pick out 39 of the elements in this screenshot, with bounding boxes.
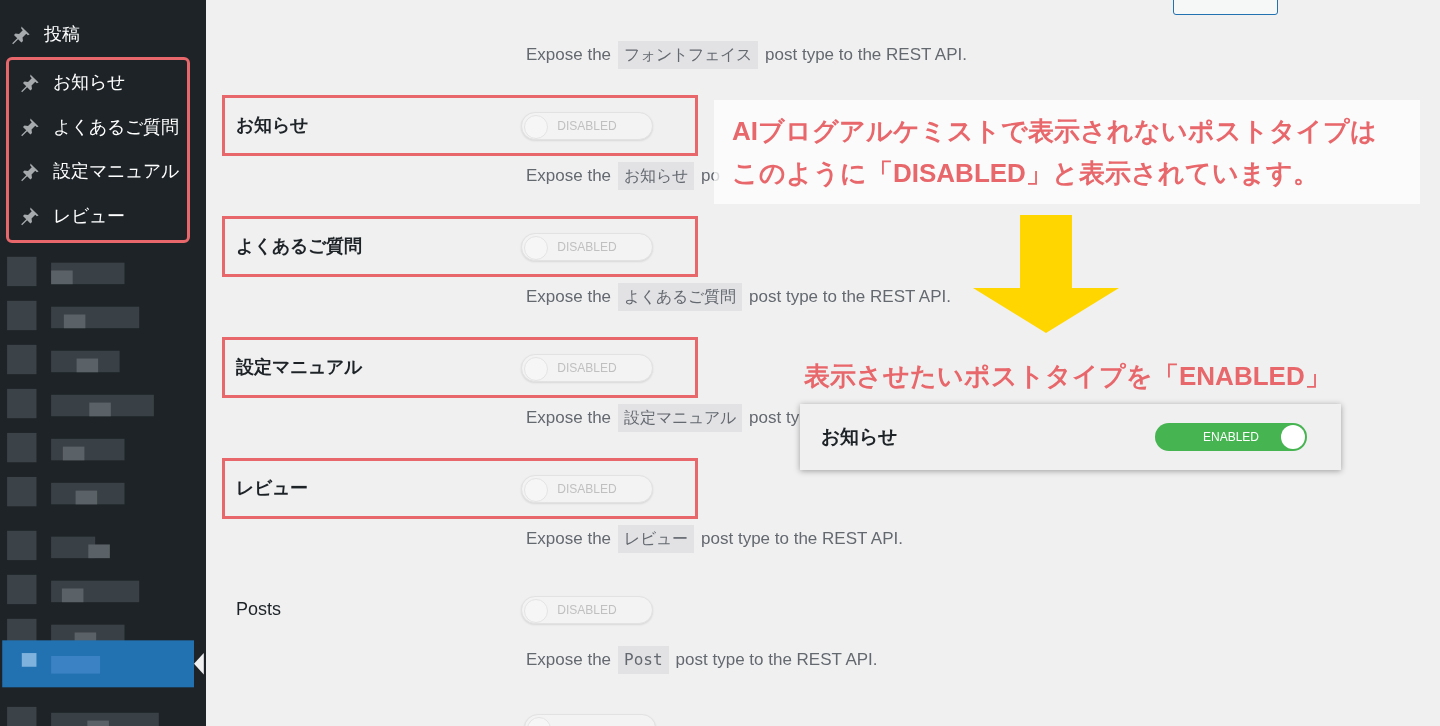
menu-item[interactable]: よくあるご質問 (9, 105, 187, 150)
description-text: post type to the REST API. (749, 286, 951, 309)
description-text: Expose the (526, 407, 612, 430)
callout-text: AIブログアルケミストで表示されないポストタイプは (732, 115, 1378, 148)
description-text: post type to the REST API. (765, 44, 967, 67)
pin-icon (19, 205, 41, 228)
caption-text: 表示させたいポストタイプを「ENABLED」 (804, 360, 1331, 393)
description-text: Expose the (526, 528, 612, 551)
row-label: 設定マニュアル (235, 356, 364, 379)
code-label: 設定マニュアル (618, 404, 743, 432)
pin-icon (19, 71, 41, 94)
down-arrow-icon (973, 215, 1119, 333)
pin-icon (19, 160, 41, 183)
code-label: お知らせ (618, 162, 695, 190)
row-label: レビュー (235, 477, 309, 500)
description-text: Expose the (526, 286, 612, 309)
description-text: Expose the (526, 165, 612, 188)
toggle-switch[interactable]: ENABLED (1155, 423, 1307, 451)
code-label: Post (618, 646, 669, 674)
code-label: よくあるご質問 (618, 283, 743, 311)
code-label: フォントフェイス (618, 41, 759, 69)
description-text: post type to the REST API. (701, 528, 903, 551)
pin-icon (10, 23, 32, 46)
code-label: レビュー (618, 525, 695, 553)
pin-icon (19, 116, 41, 139)
description-text: Expose the (526, 44, 612, 67)
row-label: よくあるご質問 (235, 235, 363, 258)
description-text: post type to the REST API. (675, 649, 878, 672)
row-label: お知らせ (235, 114, 309, 137)
menu-item[interactable]: 設定マニュアル (9, 149, 187, 195)
description-text: post ty (749, 407, 800, 430)
row-label: お知らせ (821, 424, 897, 449)
description-text: Expose the (526, 649, 612, 672)
callout-text: このように「DISABLED」と表示されています。 (732, 157, 1320, 190)
menu-item[interactable]: 投稿 (0, 13, 206, 57)
menu-item[interactable]: お知らせ (9, 60, 187, 106)
menu-item[interactable]: レビュー (9, 194, 187, 239)
row-label: Posts (235, 598, 283, 621)
description-text: po (701, 165, 720, 188)
